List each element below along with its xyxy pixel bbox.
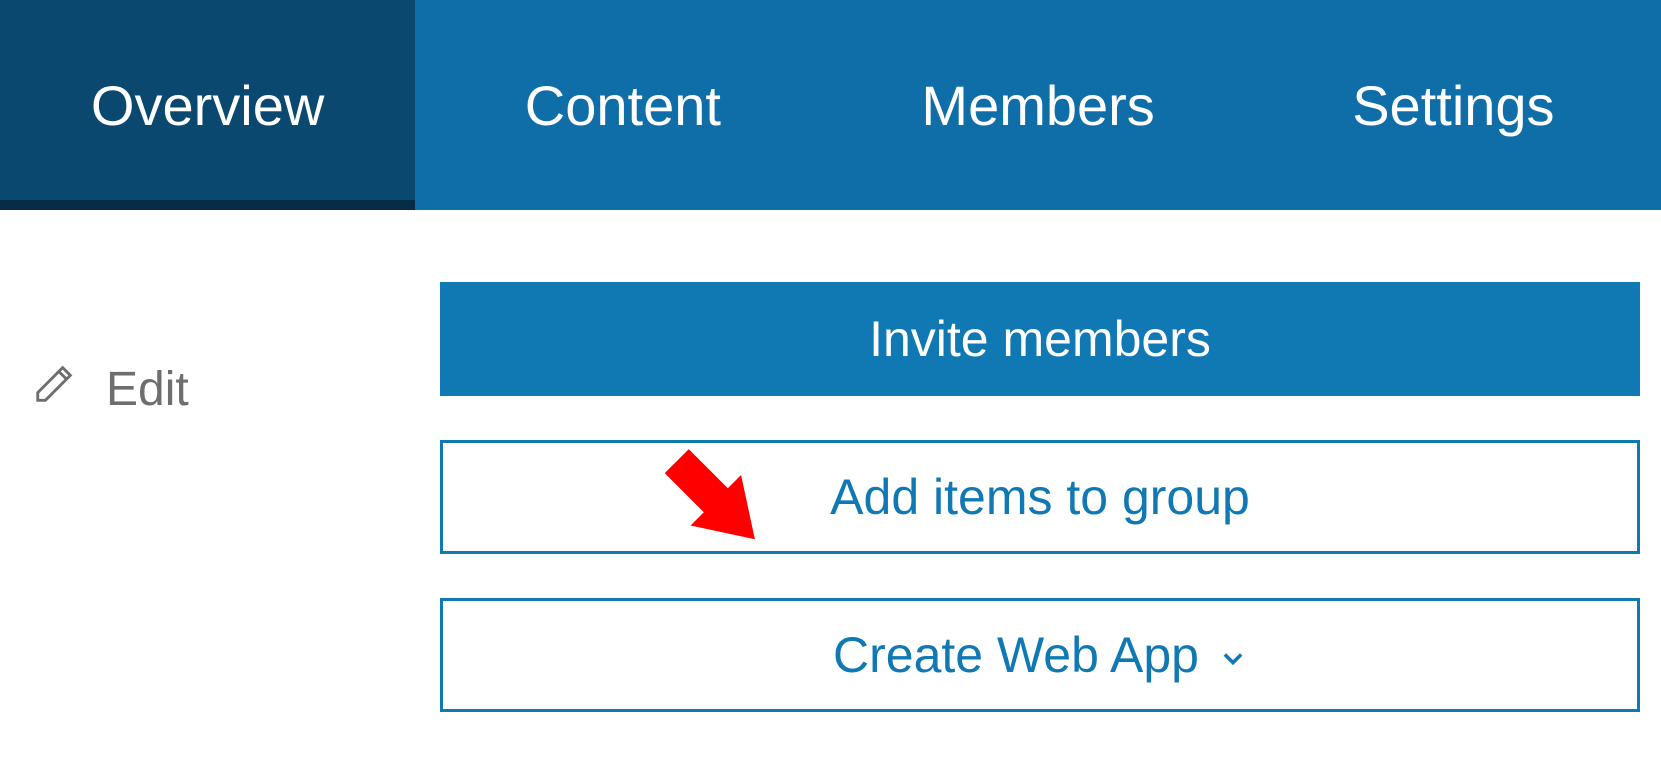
- add-items-to-group-button[interactable]: Add items to group: [440, 440, 1640, 554]
- tab-overview[interactable]: Overview: [0, 0, 415, 210]
- tab-members[interactable]: Members: [831, 0, 1246, 210]
- chevron-down-icon: [1219, 626, 1247, 684]
- create-web-app-button[interactable]: Create Web App: [440, 598, 1640, 712]
- tab-bar: Overview Content Members Settings: [0, 0, 1661, 210]
- invite-members-button[interactable]: Invite members: [440, 282, 1640, 396]
- tab-content[interactable]: Content: [415, 0, 830, 210]
- button-label: Invite members: [869, 310, 1211, 368]
- button-label: Create Web App: [833, 626, 1199, 684]
- right-column: Invite members Add items to group Create…: [440, 282, 1640, 712]
- tab-label: Settings: [1352, 73, 1554, 138]
- tab-label: Members: [921, 73, 1154, 138]
- button-label: Add items to group: [830, 468, 1250, 526]
- pencil-icon: [32, 360, 78, 418]
- edit-label: Edit: [106, 362, 189, 417]
- left-column: Edit: [32, 282, 440, 712]
- edit-button[interactable]: Edit: [32, 360, 189, 418]
- tab-settings[interactable]: Settings: [1246, 0, 1661, 210]
- tab-label: Content: [525, 73, 721, 138]
- tab-label: Overview: [91, 73, 324, 138]
- content-area: Edit Invite members Add items to group C…: [0, 210, 1661, 712]
